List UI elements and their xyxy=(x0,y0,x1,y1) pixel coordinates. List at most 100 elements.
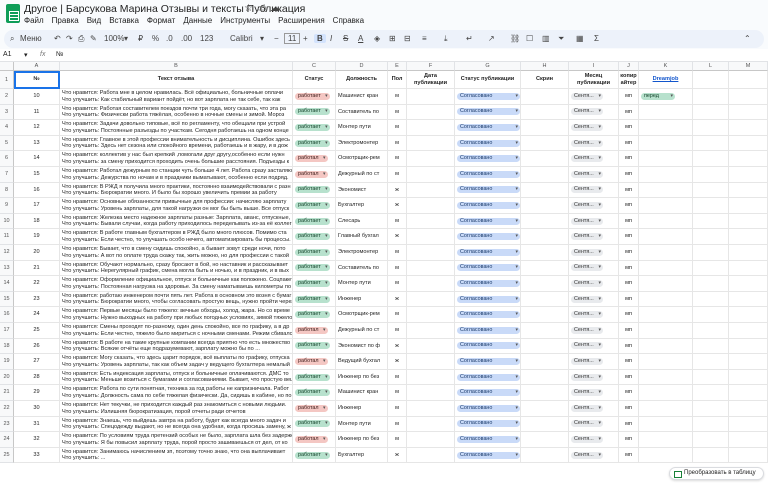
status-chip[interactable]: работает xyxy=(295,186,330,194)
publication-date-cell[interactable] xyxy=(407,198,455,214)
column-header-e[interactable]: E xyxy=(388,62,407,71)
status-chip[interactable]: работает xyxy=(295,217,330,225)
gender-cell[interactable]: м xyxy=(388,213,407,230)
position-cell[interactable]: Инженер по без xyxy=(336,432,388,448)
month-chip[interactable]: Сентя... xyxy=(571,404,603,412)
month-chip[interactable]: Сентя... xyxy=(571,295,603,303)
position-cell[interactable]: Машинист кран xyxy=(336,89,388,105)
publication-month-cell[interactable]: Сентя... xyxy=(569,276,619,292)
publication-month-cell[interactable]: Сентя... xyxy=(569,198,619,214)
empty-cell[interactable] xyxy=(729,260,768,277)
row-header[interactable]: 15 xyxy=(0,291,14,308)
copywriter-cell[interactable]: мп xyxy=(619,213,639,230)
empty-cell[interactable] xyxy=(729,182,768,199)
review-text-cell[interactable]: Что нравится: В работе главным бухгалтер… xyxy=(60,229,293,245)
copywriter-cell[interactable]: мп xyxy=(619,401,639,417)
currency-button[interactable]: ₽ xyxy=(138,34,143,43)
empty-cell[interactable] xyxy=(729,120,768,136)
publication-month-cell[interactable]: Сентя... xyxy=(569,120,619,136)
font-select[interactable]: Calibri xyxy=(230,34,253,43)
month-chip[interactable]: Сентя... xyxy=(571,139,603,147)
publication-month-cell[interactable]: Сентя... xyxy=(569,416,619,433)
status-chip[interactable]: работает xyxy=(295,201,330,209)
review-text-cell[interactable]: Что нравится: Могу сказать, что здесь ца… xyxy=(60,354,293,370)
gender-cell[interactable]: м xyxy=(388,416,407,433)
dreamjob-cell[interactable] xyxy=(639,291,693,308)
publication-status-chip[interactable]: Согласовано xyxy=(457,92,520,100)
publication-status-cell[interactable]: Согласовано xyxy=(455,104,521,121)
screenshot-cell[interactable] xyxy=(521,307,569,323)
publication-date-cell[interactable] xyxy=(407,120,455,136)
publication-status-cell[interactable]: Согласовано xyxy=(455,385,521,401)
copywriter-cell[interactable]: мп xyxy=(619,291,639,308)
screenshot-cell[interactable] xyxy=(521,354,569,370)
status-cell[interactable]: работает xyxy=(293,447,336,464)
header-cell-g[interactable]: Статус публикации xyxy=(455,71,521,89)
empty-cell[interactable] xyxy=(693,401,729,417)
publication-month-cell[interactable]: Сентя... xyxy=(569,89,619,105)
screenshot-cell[interactable] xyxy=(521,135,569,152)
menu-format[interactable]: Формат xyxy=(147,16,175,25)
publication-date-cell[interactable] xyxy=(407,276,455,292)
empty-cell[interactable] xyxy=(693,229,729,245)
copywriter-cell[interactable]: мп xyxy=(619,276,639,292)
review-number-cell[interactable]: 32 xyxy=(14,432,60,448)
position-cell[interactable]: Составитель по xyxy=(336,260,388,277)
empty-cell[interactable] xyxy=(693,385,729,401)
name-box-chevron-icon[interactable]: ▾ xyxy=(24,51,28,59)
review-number-cell[interactable]: 27 xyxy=(14,354,60,370)
paint-format-icon[interactable]: ✎ xyxy=(90,34,97,43)
gender-cell[interactable]: м xyxy=(388,385,407,401)
review-number-cell[interactable]: 24 xyxy=(14,307,60,323)
publication-status-chip[interactable]: Согласовано xyxy=(457,404,520,412)
publication-status-cell[interactable]: Согласовано xyxy=(455,307,521,323)
status-cell[interactable]: работает xyxy=(293,245,336,261)
review-text-cell[interactable]: Что нравится: коллектив у нас был крепки… xyxy=(60,151,293,167)
month-chip[interactable]: Сентя... xyxy=(571,451,603,459)
screenshot-cell[interactable] xyxy=(521,385,569,401)
status-cell[interactable]: работает xyxy=(293,291,336,308)
gender-cell[interactable]: м xyxy=(388,245,407,261)
status-cell[interactable]: работал xyxy=(293,167,336,183)
copywriter-cell[interactable]: мп xyxy=(619,354,639,370)
dreamjob-cell[interactable] xyxy=(639,120,693,136)
empty-cell[interactable] xyxy=(693,323,729,339)
status-cell[interactable]: работает xyxy=(293,104,336,121)
gender-cell[interactable]: м xyxy=(388,276,407,292)
screenshot-cell[interactable] xyxy=(521,89,569,105)
position-cell[interactable]: Главный бухгал xyxy=(336,229,388,245)
publication-date-cell[interactable] xyxy=(407,213,455,230)
status-chip[interactable]: работает xyxy=(295,233,330,241)
row-header[interactable]: 19 xyxy=(0,354,14,370)
gender-cell[interactable]: м xyxy=(388,167,407,183)
insert-comment-icon[interactable]: ☐ xyxy=(526,34,533,43)
gender-cell[interactable]: м xyxy=(388,151,407,167)
screenshot-cell[interactable] xyxy=(521,338,569,355)
review-number-cell[interactable]: 14 xyxy=(14,151,60,167)
publication-month-cell[interactable]: Сентя... xyxy=(569,354,619,370)
empty-cell[interactable] xyxy=(693,198,729,214)
review-number-cell[interactable]: 19 xyxy=(14,229,60,245)
review-number-cell[interactable]: 31 xyxy=(14,416,60,433)
row-header[interactable]: 12 xyxy=(0,245,14,261)
empty-cell[interactable] xyxy=(729,104,768,121)
review-number-cell[interactable]: 21 xyxy=(14,260,60,277)
row-header[interactable]: 23 xyxy=(0,416,14,433)
row-header[interactable]: 22 xyxy=(0,401,14,417)
review-text-cell[interactable]: Что нравится: В РЖД я получила много пра… xyxy=(60,182,293,199)
dreamjob-cell[interactable] xyxy=(639,213,693,230)
publication-status-chip[interactable]: Согласовано xyxy=(457,264,520,272)
column-header-g[interactable]: G xyxy=(455,62,521,71)
publication-status-cell[interactable]: Согласовано xyxy=(455,338,521,355)
copywriter-cell[interactable]: мп xyxy=(619,416,639,433)
menu-search[interactable]: Меню xyxy=(20,34,42,43)
row-header[interactable]: 25 xyxy=(0,447,14,464)
gender-cell[interactable]: ж xyxy=(388,354,407,370)
status-cell[interactable]: работает xyxy=(293,198,336,214)
status-cell[interactable]: работает xyxy=(293,213,336,230)
position-cell[interactable]: Слесарь xyxy=(336,213,388,230)
publication-status-chip[interactable]: Согласовано xyxy=(457,389,520,397)
review-text-cell[interactable]: Что нравится: Занимаюсь начислением зп, … xyxy=(60,447,293,464)
review-number-cell[interactable]: 28 xyxy=(14,369,60,386)
status-chip[interactable]: работал xyxy=(295,326,328,334)
